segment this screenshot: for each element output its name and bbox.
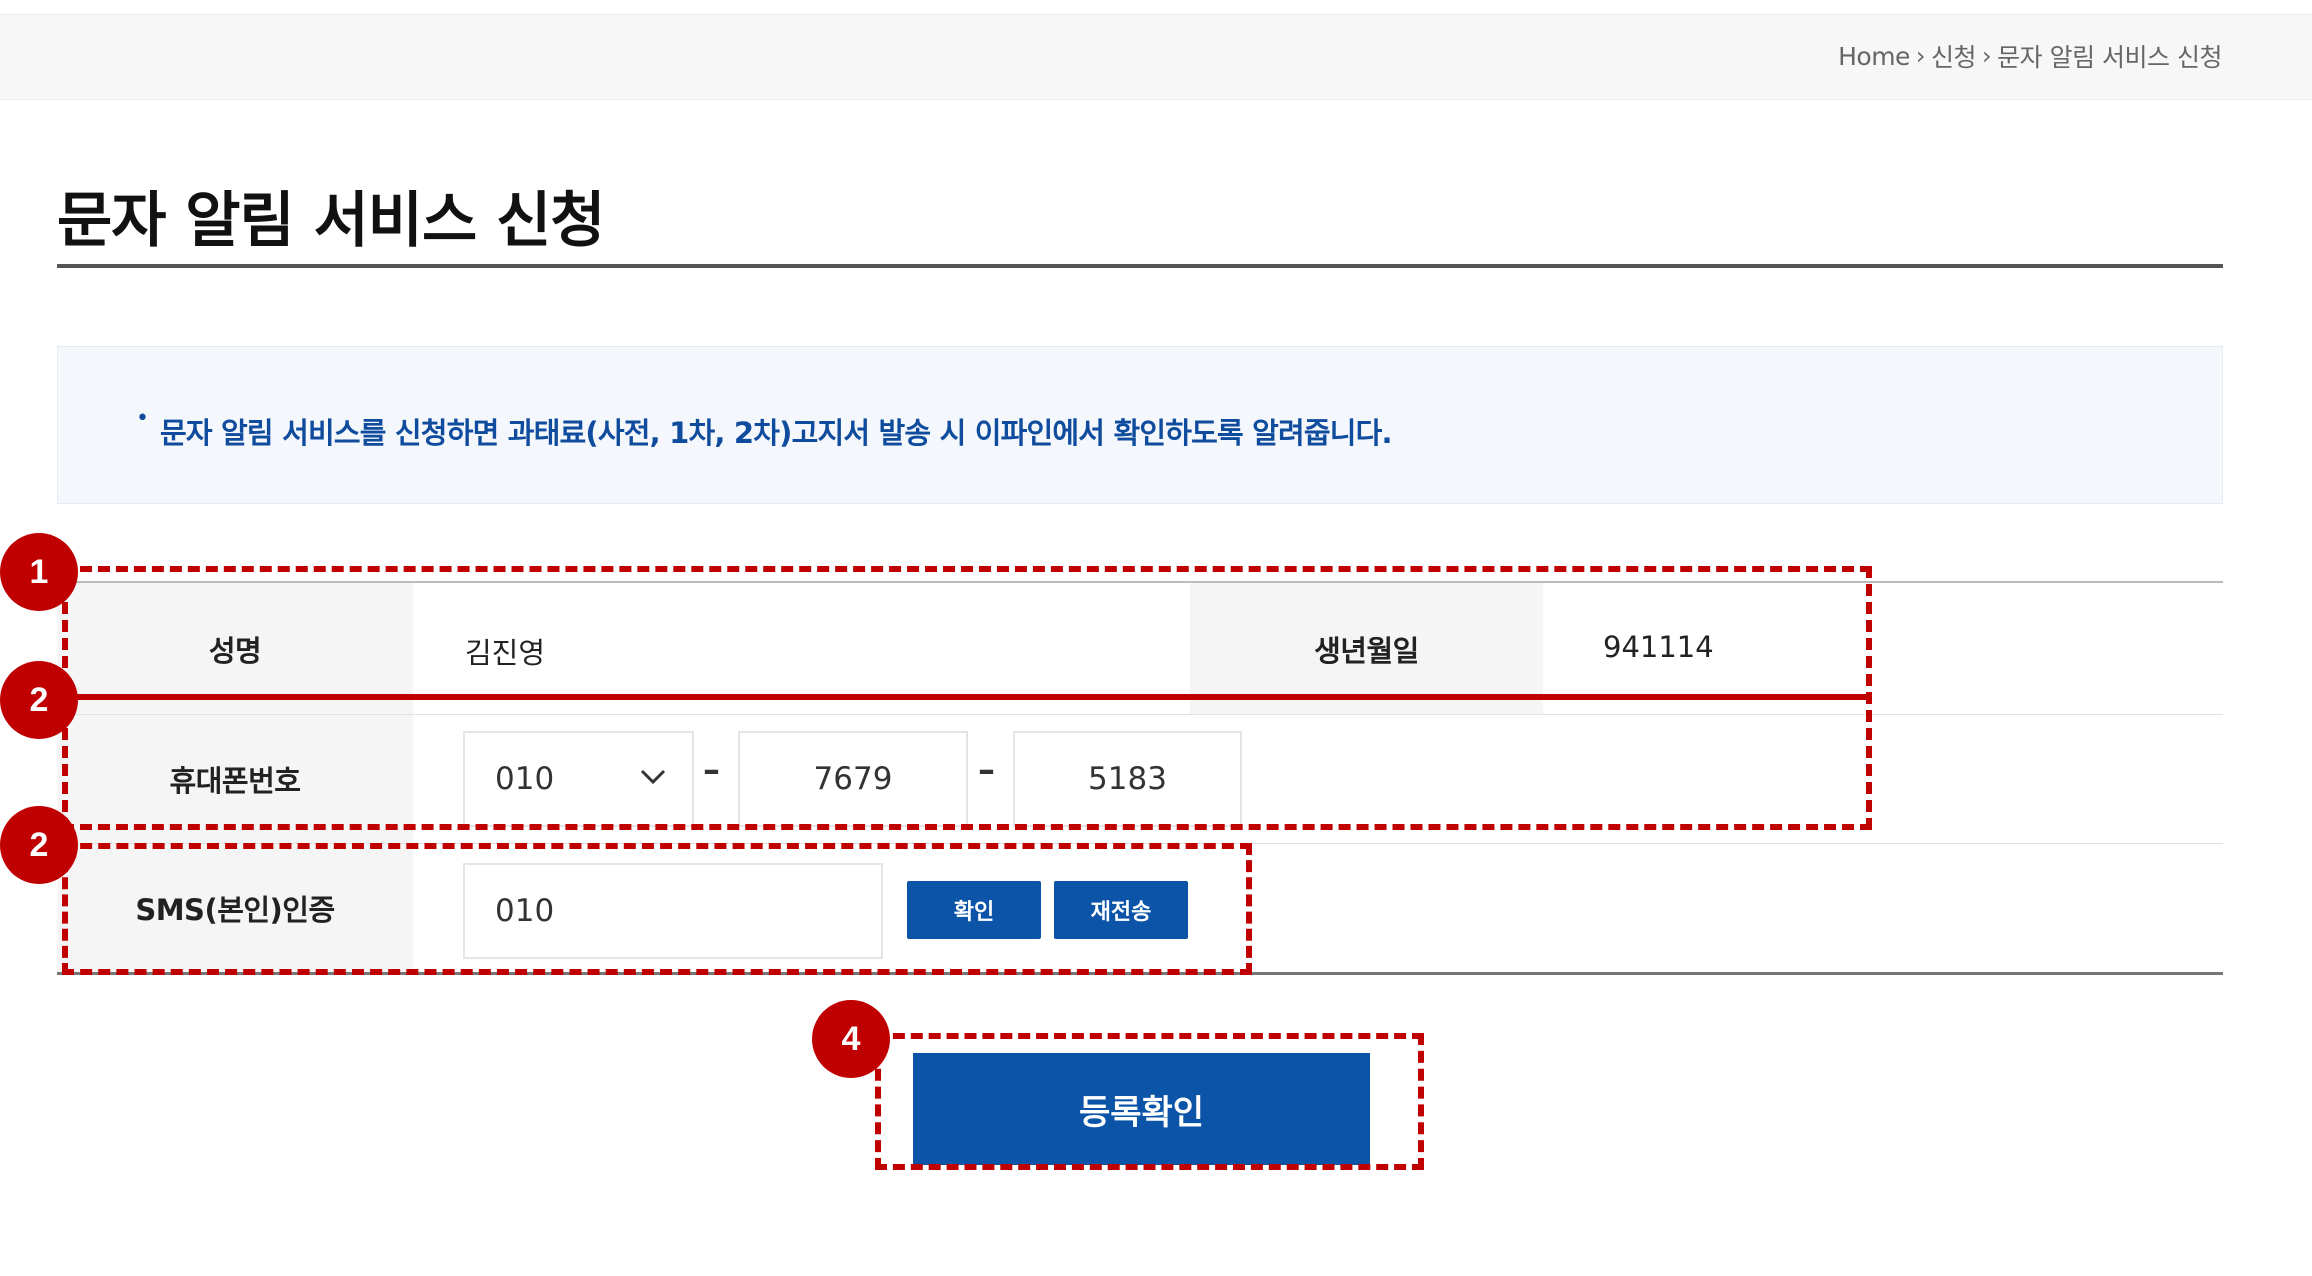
annotation-box-submit [875,1033,1424,1170]
chevron-right-icon: › [1915,42,1926,70]
breadcrumb: Home › 신청 › 문자 알림 서비스 신청 [1838,38,2222,74]
annotation-badge-2: 2 [0,806,78,884]
page-title: 문자 알림 서비스 신청 [57,186,605,256]
breadcrumb-current: 문자 알림 서비스 신청 [1997,43,2222,72]
annotation-badge-1: 1 [0,533,78,611]
annotation-badge-2: 2 [0,661,78,739]
title-divider [57,264,2223,268]
chevron-right-icon: › [1982,42,1992,70]
annotation-divider [62,694,1872,700]
annotation-box-sms [62,843,1252,975]
breadcrumb-apply[interactable]: 신청 [1931,38,1977,74]
notice-text: 문자 알림 서비스를 신청하면 과태료(사전, 1차, 2차)고지서 발송 시 … [160,416,1393,450]
breadcrumb-home[interactable]: Home [1838,42,1910,71]
bullet-icon: • [136,406,149,431]
annotation-badge-4: 4 [812,1000,890,1078]
